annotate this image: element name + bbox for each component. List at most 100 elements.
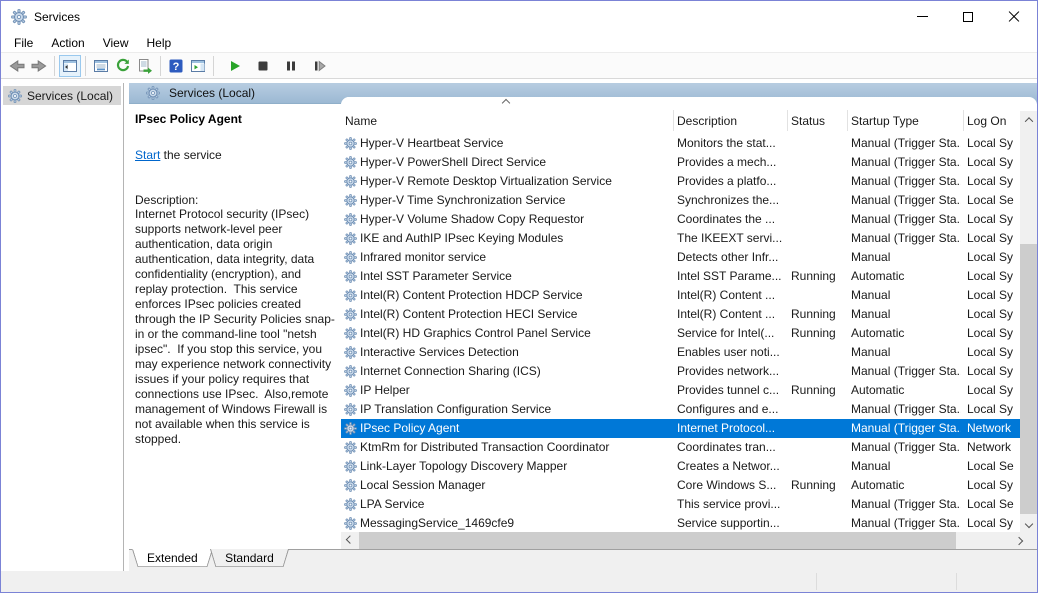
refresh-button[interactable]: [112, 55, 134, 77]
export-list-button[interactable]: [134, 55, 156, 77]
cell-startup-type: Manual: [851, 250, 891, 264]
service-row[interactable]: Intel(R) Content Protection HECI Service…: [341, 305, 1020, 324]
service-row[interactable]: Hyper-V Heartbeat Service Monitors the s…: [341, 134, 1020, 153]
properties-icon: [94, 59, 108, 72]
cell-status: [791, 438, 844, 457]
cell-log-on: Local Sy: [967, 364, 1014, 378]
cell-log-on: Local Sy: [967, 516, 1014, 530]
service-row[interactable]: IKE and AuthIP IPsec Keying Modules The …: [341, 229, 1020, 248]
cell-status: Running: [791, 383, 836, 397]
service-row[interactable]: Infrared monitor service Detects other I…: [341, 248, 1020, 267]
service-gear-icon: [344, 517, 357, 530]
column-separator[interactable]: [963, 110, 964, 131]
column-header-name[interactable]: Name: [345, 113, 655, 129]
service-row[interactable]: Hyper-V Time Synchronization Service Syn…: [341, 191, 1020, 210]
tab-standard[interactable]: Standard: [210, 549, 289, 570]
refresh-icon: [116, 58, 130, 71]
service-row[interactable]: Intel SST Parameter Service Intel SST Pa…: [341, 267, 1020, 286]
tree-item-services-local[interactable]: Services (Local): [3, 86, 121, 105]
column-header-status[interactable]: Status: [791, 113, 844, 129]
service-row[interactable]: Local Session Manager Core Windows S... …: [341, 476, 1020, 495]
service-row[interactable]: KtmRm for Distributed Transaction Coordi…: [341, 438, 1020, 457]
horizontal-scrollbar[interactable]: [341, 532, 1027, 549]
column-header-startup-type[interactable]: Startup Type: [851, 113, 960, 129]
title-bar[interactable]: Services: [1, 1, 1037, 33]
stop-service-button[interactable]: [252, 55, 274, 77]
list-column-headers: Name Description Status Startup Type Log…: [341, 97, 1020, 134]
export-list-icon: [139, 58, 152, 74]
cell-description: Intel(R) Content ...: [677, 288, 776, 302]
forward-icon: [31, 59, 47, 72]
service-gear-icon: [344, 403, 357, 416]
service-gear-icon: [344, 232, 357, 245]
cell-log-on: Local Sy: [967, 231, 1014, 245]
service-row[interactable]: IP Translation Configuration Service Con…: [341, 400, 1020, 419]
cell-log-on: Network: [967, 440, 1012, 454]
vertical-scroll-thumb[interactable]: [1020, 244, 1037, 514]
services-app-icon: [11, 9, 27, 25]
column-separator[interactable]: [673, 110, 674, 131]
scroll-down-button[interactable]: [1020, 515, 1037, 532]
menu-help[interactable]: Help: [138, 33, 181, 53]
cell-status: [791, 362, 844, 381]
service-row[interactable]: IP Helper Provides tunnel c... Running A…: [341, 381, 1020, 400]
cell-status: [791, 248, 844, 267]
pause-service-icon: [287, 61, 295, 70]
column-header-description[interactable]: Description: [677, 113, 784, 129]
service-row[interactable]: Internet Connection Sharing (ICS) Provid…: [341, 362, 1020, 381]
cell-startup-type: Manual: [851, 345, 891, 359]
service-row[interactable]: Interactive Services Detection Enables u…: [341, 343, 1020, 362]
service-gear-icon: [344, 213, 357, 226]
cell-service-name: Infrared monitor service: [360, 250, 487, 264]
services-list-panel: Name Description Status Startup Type Log…: [341, 97, 1037, 549]
service-gear-icon: [344, 460, 357, 473]
column-separator[interactable]: [787, 110, 788, 131]
show-action-pane-button[interactable]: [187, 55, 209, 77]
start-service-link[interactable]: Start: [135, 148, 160, 162]
service-row[interactable]: Hyper-V Volume Shadow Copy Requestor Coo…: [341, 210, 1020, 229]
menu-file[interactable]: File: [5, 33, 42, 53]
vertical-scrollbar[interactable]: [1020, 111, 1037, 532]
scroll-left-button[interactable]: [341, 532, 358, 549]
cell-service-name: Intel(R) HD Graphics Control Panel Servi…: [360, 326, 591, 340]
cell-startup-type: Manual: [851, 459, 891, 473]
column-separator[interactable]: [847, 110, 848, 131]
cell-service-name: Hyper-V Remote Desktop Virtualization Se…: [360, 174, 612, 188]
horizontal-scroll-thumb[interactable]: [359, 532, 956, 549]
service-gear-icon: [344, 137, 357, 150]
tab-extended[interactable]: Extended: [132, 549, 213, 570]
cell-status: Running: [791, 326, 836, 340]
service-row[interactable]: Intel(R) HD Graphics Control Panel Servi…: [341, 324, 1020, 343]
forward-button[interactable]: [28, 55, 50, 77]
cell-startup-type: Manual (Trigger Sta...: [851, 193, 961, 207]
close-button[interactable]: [991, 1, 1037, 32]
service-row[interactable]: LPA Service This service provi... Manual…: [341, 495, 1020, 514]
service-row[interactable]: MessagingService_1469cfe9 Service suppor…: [341, 514, 1020, 532]
service-row[interactable]: Intel(R) Content Protection HDCP Service…: [341, 286, 1020, 305]
maximize-button[interactable]: [945, 1, 991, 32]
show-console-tree-button[interactable]: [59, 54, 81, 77]
help-button[interactable]: ?: [165, 55, 187, 77]
scroll-up-button[interactable]: [1020, 111, 1037, 128]
cell-service-name: Intel(R) Content Protection HDCP Service: [360, 288, 583, 302]
menu-action[interactable]: Action: [42, 33, 93, 53]
service-gear-icon: [344, 194, 357, 207]
properties-button[interactable]: [90, 55, 112, 77]
service-row[interactable]: Hyper-V Remote Desktop Virtualization Se…: [341, 172, 1020, 191]
back-button[interactable]: [6, 55, 28, 77]
cell-description: Coordinates the ...: [677, 212, 776, 226]
menu-view[interactable]: View: [94, 33, 138, 53]
restart-service-button[interactable]: [308, 55, 330, 77]
cell-service-name: MessagingService_1469cfe9: [360, 516, 515, 530]
start-service-button[interactable]: [224, 55, 246, 77]
start-line-suffix: the service: [160, 148, 222, 162]
scroll-right-button[interactable]: [1010, 532, 1027, 549]
service-row[interactable]: IPsec Policy Agent Internet Protocol... …: [341, 419, 1020, 438]
column-header-log-on[interactable]: Log On: [967, 113, 1019, 129]
service-row[interactable]: Link-Layer Topology Discovery Mapper Cre…: [341, 457, 1020, 476]
pause-service-button[interactable]: [280, 55, 302, 77]
scrollbar-corner: [1027, 532, 1037, 549]
toolbar-separator: [213, 55, 214, 76]
service-row[interactable]: Hyper-V PowerShell Direct Service Provid…: [341, 153, 1020, 172]
minimize-button[interactable]: [899, 1, 945, 32]
